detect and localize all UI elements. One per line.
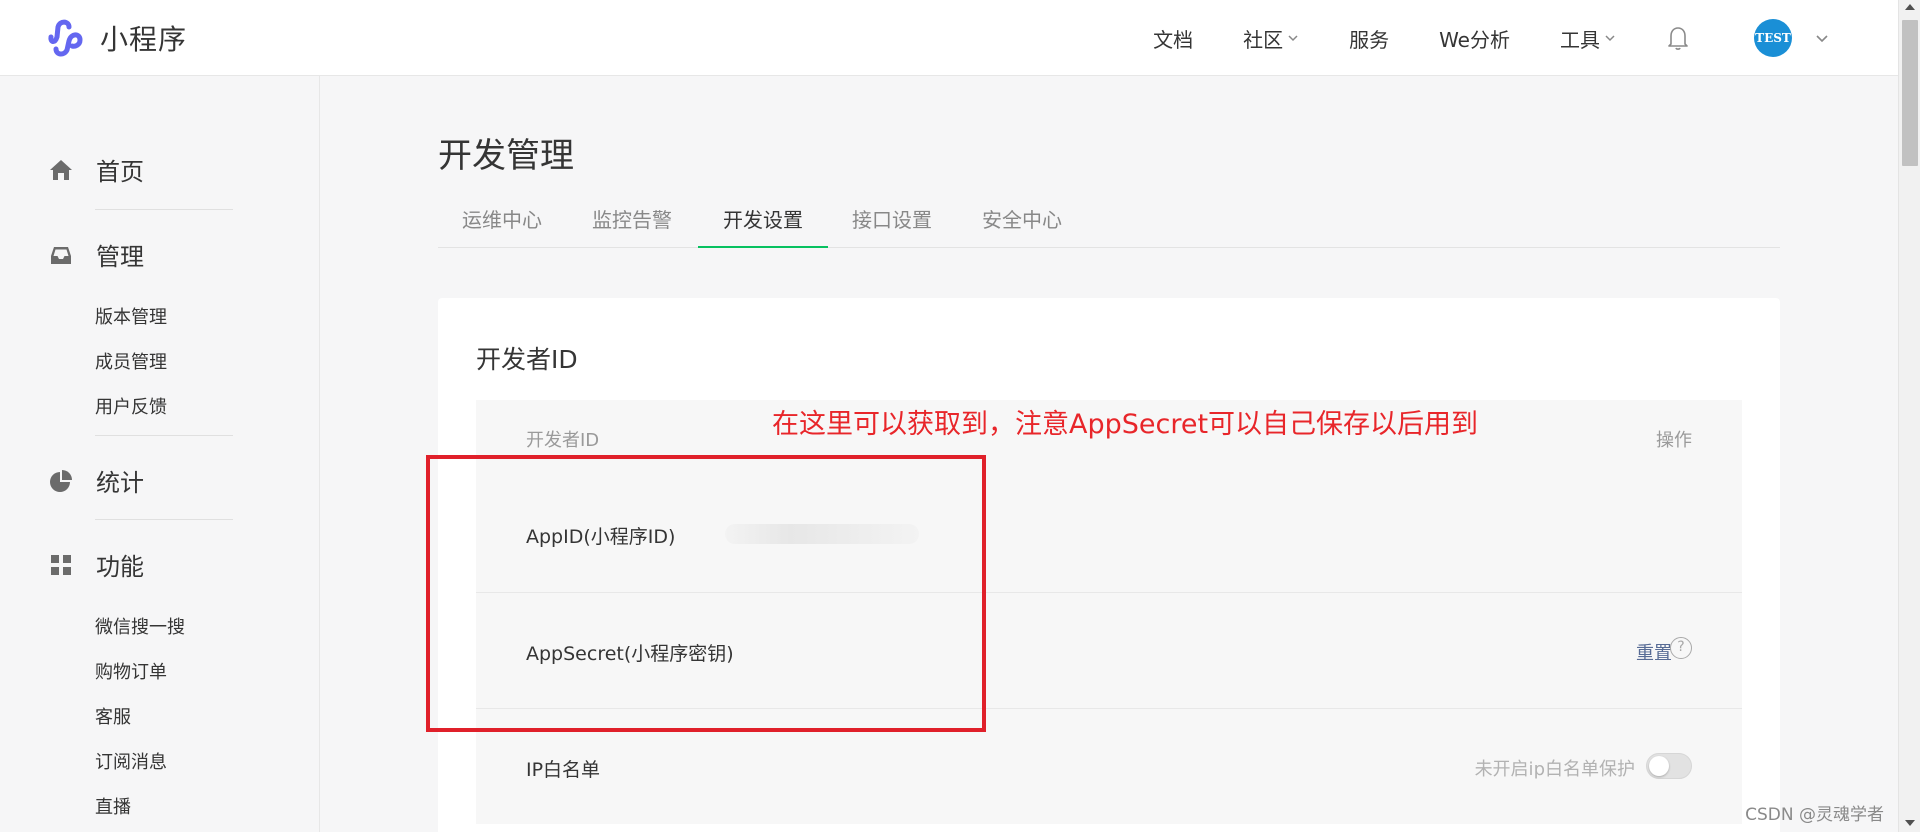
- nav-services-label: 服务: [1349, 27, 1390, 52]
- sidebar-item-shopping-orders[interactable]: 购物订单: [95, 658, 167, 684]
- app-title: 小程序: [100, 23, 188, 56]
- column-header-actions: 操作: [1656, 430, 1692, 451]
- inbox-icon: [51, 246, 71, 264]
- nav-services[interactable]: 服务: [1349, 24, 1389, 53]
- bell-icon[interactable]: [1666, 25, 1690, 51]
- sidebar: 首页 管理 版本管理 成员管理 用户反馈 统计 功能 微信搜一搜 购物订单 客服…: [0, 76, 320, 832]
- sidebar-item-label: 功能: [96, 553, 144, 581]
- top-nav: 文档 社区 服务 We分析 工具 TEST: [1153, 0, 1898, 76]
- divider: [95, 519, 233, 520]
- avatar-text: TEST: [1755, 31, 1791, 45]
- ip-whitelist-toggle[interactable]: [1646, 753, 1692, 779]
- sidebar-item-manage[interactable]: 管理: [48, 237, 144, 272]
- home-icon: [50, 159, 72, 180]
- nav-we-analysis[interactable]: We分析: [1439, 24, 1510, 53]
- nav-community[interactable]: 社区: [1243, 24, 1299, 53]
- nav-tools[interactable]: 工具: [1560, 24, 1616, 53]
- nav-we-analysis-label: We分析: [1439, 27, 1510, 52]
- sidebar-item-statistics[interactable]: 统计: [48, 463, 144, 498]
- sidebar-item-home[interactable]: 首页: [48, 152, 144, 187]
- vertical-scrollbar[interactable]: [1898, 0, 1920, 832]
- card-title: 开发者ID: [476, 345, 578, 374]
- tab-api-settings[interactable]: 接口设置: [828, 200, 956, 248]
- toggle-knob: [1649, 756, 1669, 776]
- pie-chart-icon: [50, 469, 72, 492]
- tab-ops-center[interactable]: 运维中心: [438, 200, 566, 248]
- sidebar-item-version-management[interactable]: 版本管理: [95, 303, 167, 329]
- ip-whitelist-label: IP白名单: [526, 759, 601, 781]
- nav-docs-label: 文档: [1153, 27, 1194, 52]
- scrollbar-thumb[interactable]: [1902, 20, 1918, 166]
- annotation-highlight-box: [426, 455, 986, 732]
- scroll-down-arrow-icon[interactable]: [1905, 820, 1915, 826]
- grid-icon: [51, 554, 71, 575]
- sidebar-item-label: 管理: [96, 243, 144, 271]
- tab-monitoring-alerts[interactable]: 监控告警: [568, 200, 696, 248]
- nav-tools-label: 工具: [1560, 27, 1600, 52]
- divider: [95, 435, 233, 436]
- divider: [95, 209, 233, 210]
- chevron-down-icon[interactable]: [1814, 30, 1830, 46]
- tab-bar: 运维中心 监控告警 开发设置 接口设置 安全中心: [438, 200, 1780, 248]
- ip-whitelist-hint: 未开启ip白名单保护: [1474, 759, 1635, 780]
- sidebar-item-customer-service[interactable]: 客服: [95, 703, 131, 729]
- sidebar-item-member-management[interactable]: 成员管理: [95, 348, 167, 374]
- avatar[interactable]: TEST: [1754, 19, 1792, 57]
- chevron-down-icon: [1288, 35, 1298, 42]
- annotation-text: 在这里可以获取到，注意AppSecret可以自己保存以后用到: [772, 409, 1479, 440]
- watermark: CSDN @灵魂学者: [1745, 805, 1884, 825]
- sidebar-item-label: 统计: [96, 469, 144, 497]
- sidebar-item-user-feedback[interactable]: 用户反馈: [95, 393, 167, 419]
- sidebar-item-label: 首页: [96, 158, 144, 186]
- reset-secret-link[interactable]: 重置: [1636, 639, 1672, 665]
- nav-docs[interactable]: 文档: [1153, 24, 1193, 53]
- nav-community-label: 社区: [1243, 27, 1284, 52]
- tab-dev-settings[interactable]: 开发设置: [698, 200, 828, 248]
- page-title: 开发管理: [438, 136, 574, 176]
- help-icon[interactable]: ?: [1670, 637, 1692, 659]
- scroll-up-arrow-icon[interactable]: [1905, 4, 1915, 10]
- sidebar-item-wechat-search[interactable]: 微信搜一搜: [95, 613, 185, 639]
- sidebar-item-subscription-messages[interactable]: 订阅消息: [95, 748, 167, 774]
- logo[interactable]: 小程序: [48, 18, 187, 58]
- tab-security-center[interactable]: 安全中心: [958, 200, 1086, 248]
- chevron-down-icon: [1605, 35, 1615, 42]
- sidebar-item-functions[interactable]: 功能: [48, 547, 144, 582]
- sidebar-item-live[interactable]: 直播: [95, 793, 131, 819]
- column-header-developer-id: 开发者ID: [526, 430, 600, 451]
- top-navigation-bar: 小程序 文档 社区 服务 We分析 工具 TEST: [0, 0, 1898, 76]
- mini-program-logo-icon: [48, 19, 83, 57]
